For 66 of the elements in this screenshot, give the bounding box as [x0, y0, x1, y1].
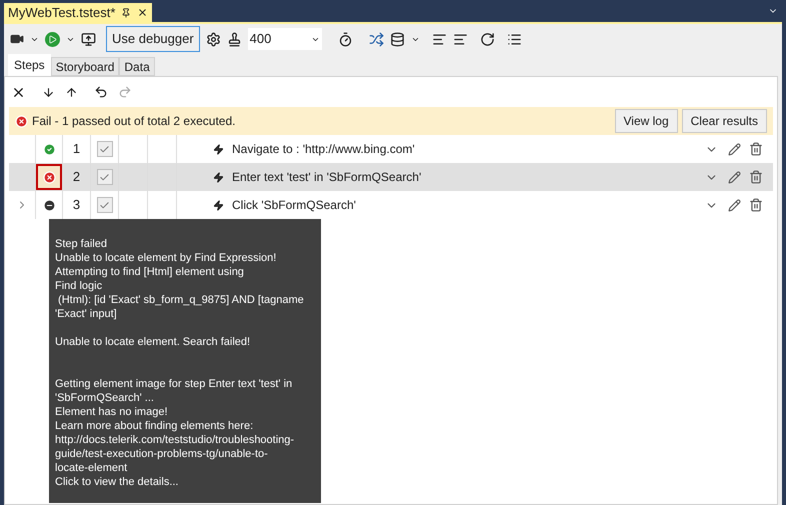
tooltip-line: Click to view the details...: [55, 475, 180, 489]
stamp-icon[interactable]: [226, 32, 242, 46]
tooltip-line: Find logic: [55, 279, 104, 293]
tooltip-line: http://docs.telerik.com/teststudio/troubleshooting-: [55, 433, 296, 447]
step-checkbox[interactable]: [96, 197, 112, 213]
step-description: Navigate to : 'http://www.bing.com': [232, 141, 416, 158]
step-number: 2: [72, 168, 80, 186]
align-icon[interactable]: [452, 32, 468, 46]
error-tooltip[interactable]: [49, 219, 321, 503]
tooltip-line: 'SbFormQSearch' ...: [55, 391, 155, 405]
step-number: 3: [72, 196, 80, 214]
lightning-icon: [213, 172, 224, 182]
undo-icon[interactable]: [94, 85, 108, 99]
step-description: Click 'SbFormQSearch': [232, 197, 357, 214]
document-tab[interactable]: MyWebTest.tstest*: [4, 3, 152, 22]
database-icon[interactable]: [390, 32, 405, 46]
edit-icon[interactable]: [728, 170, 741, 184]
result-message: Fail - 1 passed out of total 2 executed.: [32, 113, 236, 130]
delete-icon[interactable]: [749, 198, 763, 212]
camera-icon[interactable]: [10, 32, 24, 46]
banner-button[interactable]: Clear results: [682, 109, 767, 133]
edit-icon[interactable]: [728, 198, 741, 212]
shuffle-icon[interactable]: [368, 32, 384, 46]
timer-icon[interactable]: [338, 32, 353, 46]
tooltip-line: Unable to locate element by Find Expression!: [55, 251, 278, 265]
delay-value: 400: [250, 30, 272, 48]
run-icon[interactable]: [45, 32, 60, 46]
edit-icon[interactable]: [728, 142, 741, 156]
lightning-icon: [213, 200, 224, 210]
panel-tab[interactable]: Data: [119, 57, 155, 76]
document-title: MyWebTest.tstest*: [8, 4, 116, 22]
settings-icon[interactable]: [206, 32, 221, 46]
close-icon[interactable]: [137, 7, 148, 18]
tooltip-line: locate-element: [55, 461, 128, 475]
tooltip-line: Unable to locate element. Search failed!: [55, 335, 252, 349]
tooltip-line: Step failed: [55, 237, 108, 251]
delay-field[interactable]: 400: [248, 28, 322, 50]
banner-button[interactable]: View log: [614, 109, 678, 133]
fail-icon: [15, 114, 28, 128]
use-debugger-button[interactable]: Use debugger: [106, 26, 200, 52]
step-description: Enter text 'test' in 'SbFormQSearch': [232, 169, 422, 186]
window-icon[interactable]: [81, 32, 96, 46]
move-down-icon[interactable]: [42, 86, 55, 98]
lightning-icon: [213, 144, 224, 154]
list-icon[interactable]: [506, 32, 522, 46]
step-row[interactable]: 2 Enter text 'test' in 'SbFormQSearch': [9, 163, 773, 191]
panel-tab[interactable]: Steps: [8, 54, 51, 76]
move-up-icon[interactable]: [65, 86, 78, 98]
tooltip-line: Attempting to find [Html] element using: [55, 265, 245, 279]
tooltip-line: 'Exact' input]: [55, 307, 118, 321]
refresh-icon[interactable]: [480, 32, 495, 46]
check-icon: [99, 200, 110, 210]
comment-icon[interactable]: [432, 32, 447, 46]
tooltip-line: (Html): [id 'Exact' sb_form_q_9875] AND [tagname: [57, 293, 305, 307]
step-number: 1: [72, 140, 80, 158]
delete-icon[interactable]: [749, 142, 763, 156]
panel-tab[interactable]: Storyboard: [50, 57, 120, 76]
step-checkbox[interactable]: [96, 169, 112, 185]
tooltip-line: Element has no image!: [55, 405, 169, 419]
pin-icon[interactable]: [121, 8, 132, 18]
tooltip-line: Learn more about finding elements here:: [55, 419, 254, 433]
tooltip-line: guide/test-execution-problems-tg/unable-to-: [55, 447, 269, 461]
check-icon: [99, 144, 110, 154]
step-checkbox[interactable]: [96, 141, 112, 157]
tooltip-line: Getting element image for step Enter text 'test' in: [55, 377, 294, 391]
check-icon: [99, 172, 110, 182]
